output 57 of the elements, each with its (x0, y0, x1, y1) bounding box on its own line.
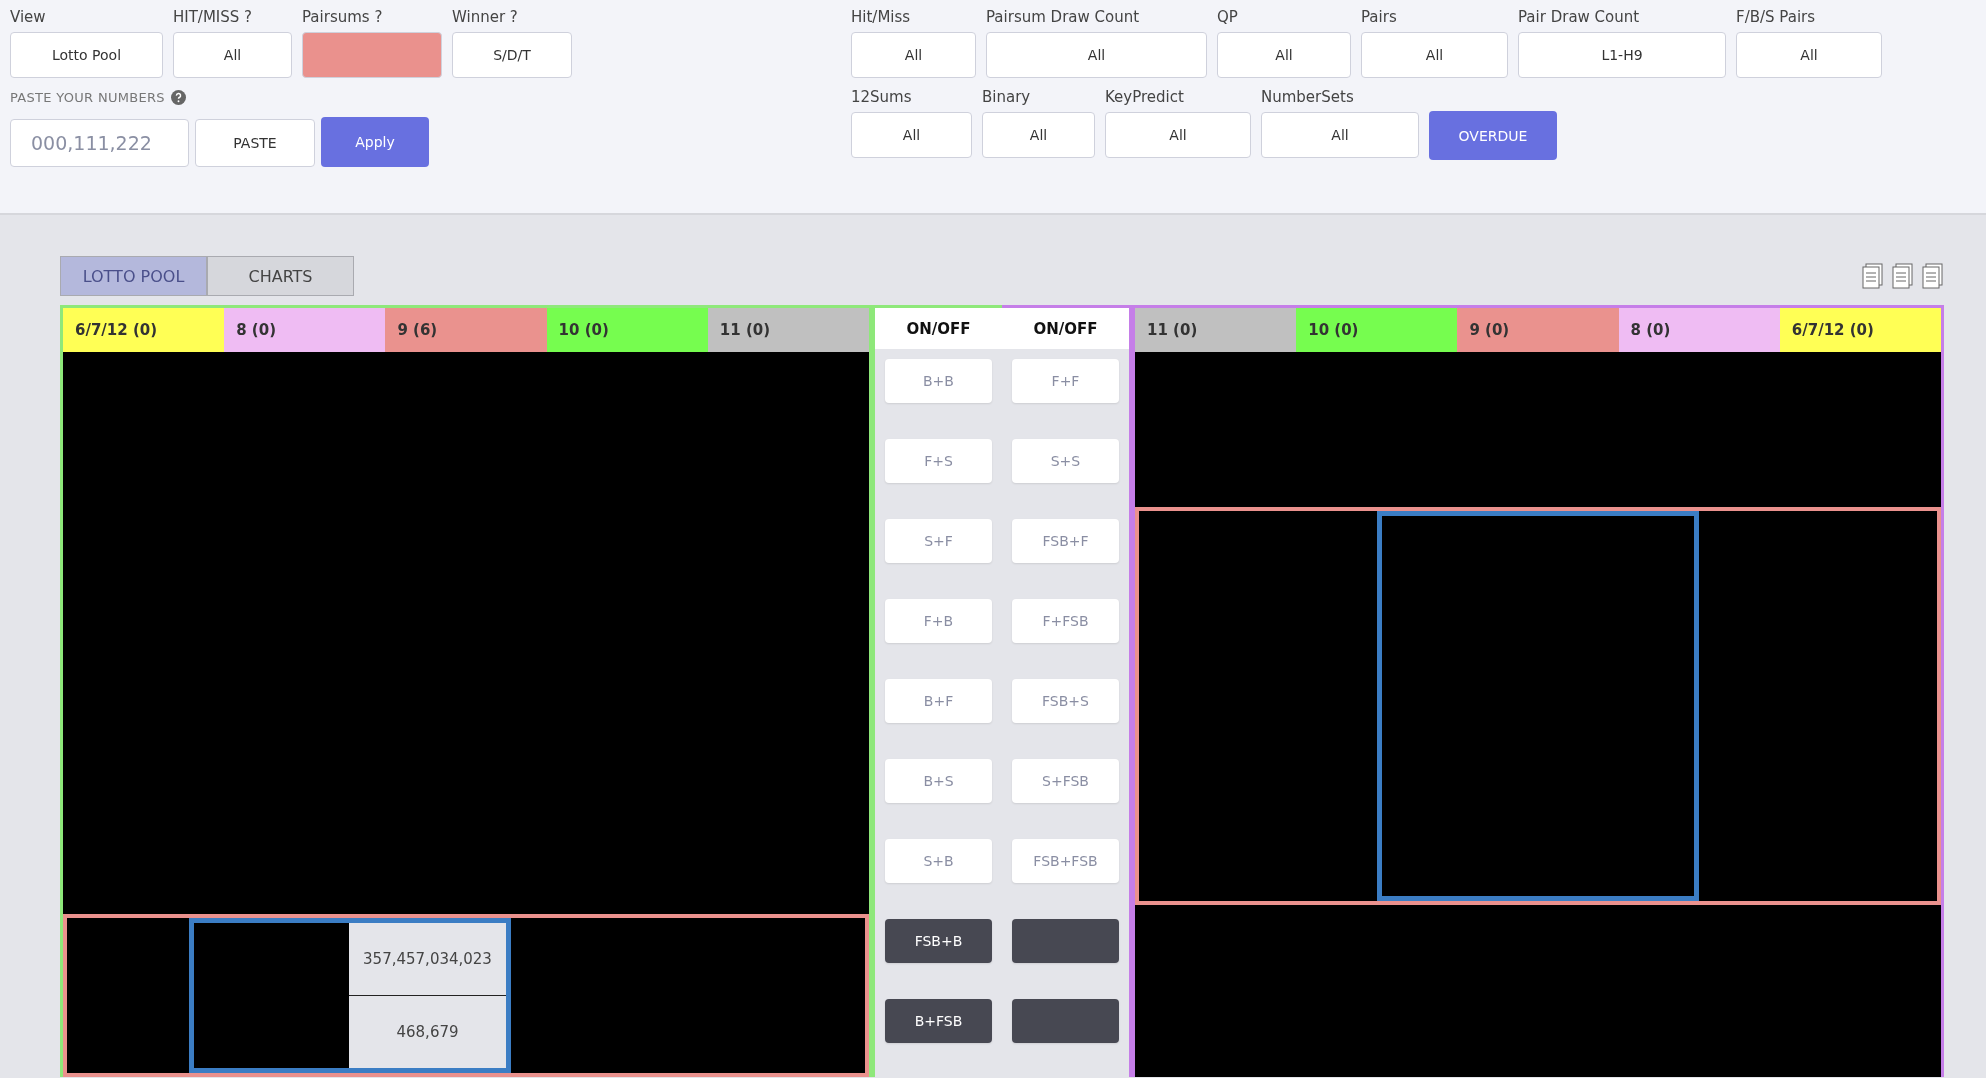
pair-toggle-button[interactable]: FSB+B (885, 919, 992, 963)
filter-label: Pairsums ? (302, 8, 384, 26)
filter-label: Pairsum Draw Count (986, 8, 1141, 26)
filter-select[interactable]: L1-H9 (1518, 32, 1726, 78)
filter-label: Binary (982, 88, 1032, 106)
filter-label: Hit/Miss (851, 8, 912, 26)
number-cell: 357,457,034,023 (349, 923, 506, 995)
column-header: 8 (0) (1618, 308, 1780, 352)
filter-label: Pairs (1361, 8, 1398, 26)
toggle-header: ON/OFF (1002, 308, 1129, 349)
column-header: 11 (0) (1135, 308, 1297, 352)
column-header: 6/7/12 (0) (1779, 308, 1941, 352)
filter-select[interactable]: All (1105, 112, 1251, 158)
filter-select[interactable]: All (1261, 112, 1419, 158)
pair-toggle-button[interactable]: B+FSB (885, 999, 992, 1043)
filter-label: 12Sums (851, 88, 913, 106)
filter-select[interactable]: All (982, 112, 1095, 158)
filter-label: HIT/MISS ? (173, 8, 254, 26)
filter-select[interactable] (302, 32, 442, 78)
filter-select[interactable]: All (1736, 32, 1882, 78)
document-icon[interactable] (1922, 263, 1944, 289)
filter-select[interactable]: All (851, 112, 972, 158)
filter-select[interactable]: All (986, 32, 1207, 78)
filter-select[interactable]: All (851, 32, 976, 78)
tab[interactable]: CHARTS (207, 256, 354, 296)
column-header: 9 (0) (1457, 308, 1619, 352)
help-icon[interactable] (170, 90, 186, 105)
filter-label: Pair Draw Count (1518, 8, 1641, 26)
filter-label: F/B/S Pairs (1736, 8, 1817, 26)
column-header: 8 (0) (224, 308, 386, 352)
filter-select[interactable]: Lotto Pool (10, 32, 163, 78)
pair-toggle-button[interactable] (1012, 999, 1119, 1043)
filter-label: NumberSets (1261, 88, 1355, 106)
column-header: 9 (6) (385, 308, 547, 352)
document-icon[interactable] (1862, 263, 1884, 289)
column-header: 10 (0) (1296, 308, 1458, 352)
document-icon[interactable] (1892, 263, 1914, 289)
filter-label: KeyPredict (1105, 88, 1185, 106)
paste-button[interactable]: PASTE (195, 119, 315, 167)
column-header: 10 (0) (546, 308, 708, 352)
overdue-button[interactable]: OVERDUE (1429, 111, 1557, 160)
filter-select[interactable]: S/D/T (452, 32, 572, 78)
filter-label: View (10, 8, 47, 26)
filter-select[interactable]: All (1361, 32, 1508, 78)
numbers-input[interactable]: 000,111,222 (10, 119, 189, 167)
filter-label: Winner ? (452, 8, 519, 26)
paste-label: PASTE YOUR NUMBERS (10, 90, 165, 105)
column-header: 6/7/12 (0) (63, 308, 225, 352)
filter-select[interactable]: All (1217, 32, 1351, 78)
tab[interactable]: LOTTO POOL (60, 256, 207, 296)
apply-button[interactable]: Apply (321, 117, 429, 167)
column-header: 11 (0) (707, 308, 869, 352)
number-cell: 468,679 (349, 995, 506, 1068)
filter-select[interactable]: All (173, 32, 292, 78)
toggle-header: ON/OFF (875, 308, 1002, 349)
pair-toggle-button[interactable] (1012, 919, 1119, 963)
filter-label: QP (1217, 8, 1239, 26)
